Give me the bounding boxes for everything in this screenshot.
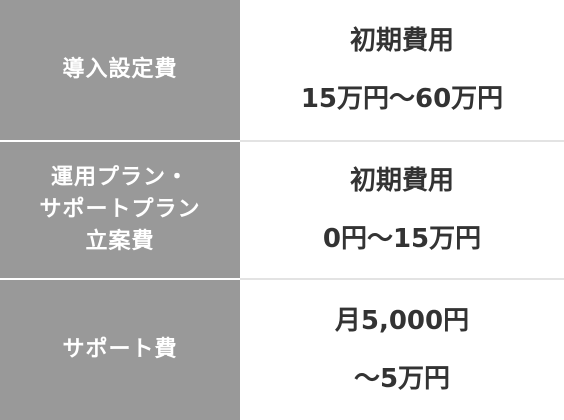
row-value-text: 〜5万円	[353, 364, 451, 395]
row-value-text: 初期費用	[349, 25, 454, 56]
row-label-setup-fee: 導入設定費	[0, 0, 240, 142]
row-value-text: 月5,000円	[334, 306, 470, 337]
row-value-support-fee: 月5,000円 〜5万円	[240, 279, 564, 420]
row-label-text: サポートプラン	[39, 196, 201, 222]
row-value-text: 15万円〜60万円	[300, 83, 504, 114]
row-label-text: 立案費	[85, 228, 155, 254]
row-label-support-fee: サポート費	[0, 279, 240, 420]
table-row-setup-fee: 導入設定費 初期費用 15万円〜60万円	[0, 0, 564, 142]
table-row-support-fee: サポート費 月5,000円 〜5万円	[0, 279, 564, 420]
row-value-text: 0円〜15万円	[322, 223, 482, 254]
row-label-text: サポート費	[62, 337, 178, 363]
row-value-setup-fee: 初期費用 15万円〜60万円	[240, 0, 564, 142]
row-label-planning-fee: 運用プラン・ サポートプラン 立案費	[0, 140, 240, 281]
row-value-text: 初期費用	[349, 165, 454, 196]
row-value-planning-fee: 初期費用 0円〜15万円	[240, 140, 564, 281]
table-row-planning-fee: 運用プラン・ サポートプラン 立案費 初期費用 0円〜15万円	[0, 140, 564, 281]
row-label-text: 運用プラン・	[50, 164, 189, 190]
pricing-table: 導入設定費 初期費用 15万円〜60万円 運用プラン・ サポートプラン 立案費 …	[0, 0, 564, 420]
row-label-text: 導入設定費	[62, 56, 178, 82]
